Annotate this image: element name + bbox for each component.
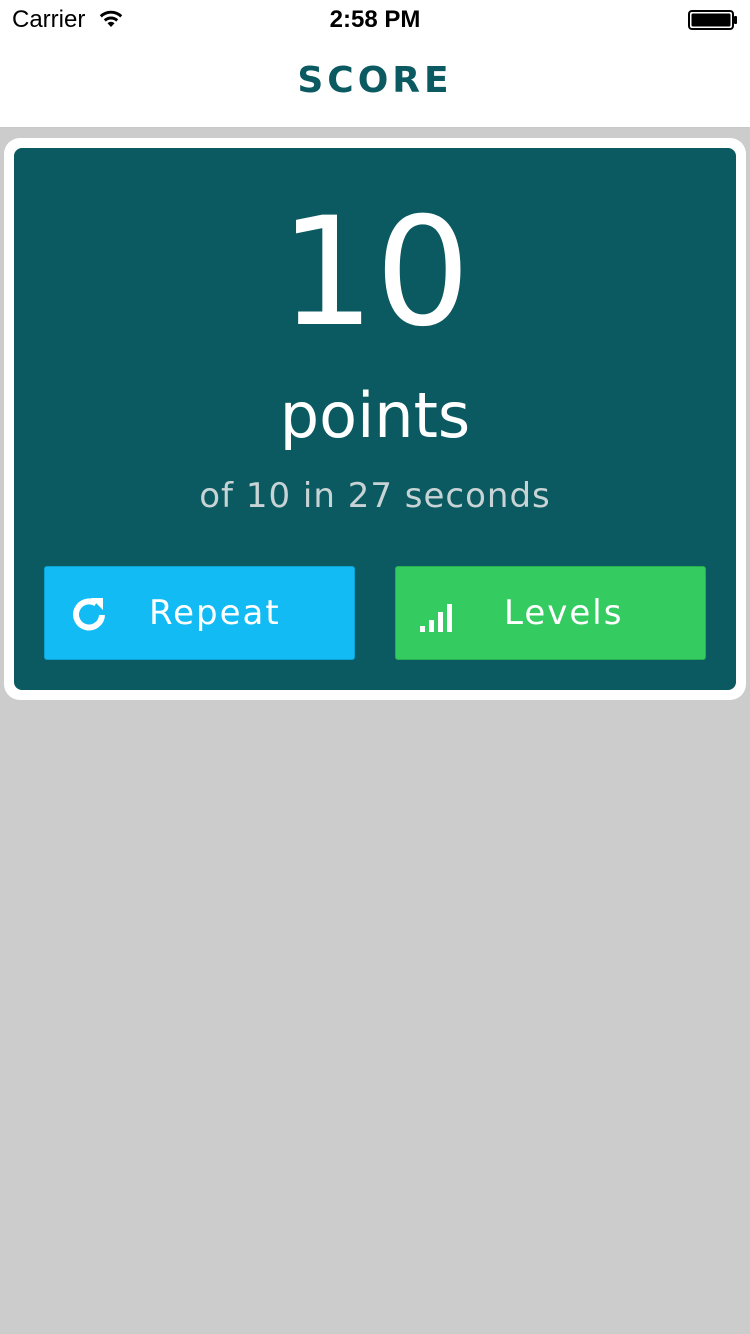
repeat-button[interactable]: Repeat xyxy=(44,566,355,660)
refresh-icon xyxy=(73,598,105,631)
nav-divider xyxy=(0,127,750,128)
levels-button[interactable]: Levels xyxy=(395,566,706,660)
score-card: 10 points of 10 in 27 seconds Repeat Lev… xyxy=(14,148,736,690)
status-bar: Carrier 2:58 PM xyxy=(0,0,750,40)
signal-bars-icon xyxy=(420,604,452,632)
score-value: 10 xyxy=(279,186,471,360)
page-title: SCORE xyxy=(297,60,453,101)
battery-icon xyxy=(688,10,737,30)
score-detail: of 10 in 27 seconds xyxy=(199,476,551,516)
repeat-button-label: Repeat xyxy=(149,593,281,633)
levels-button-label: Levels xyxy=(504,593,624,633)
top-bar: Carrier 2:58 PM SCORE xyxy=(0,0,750,128)
score-unit: points xyxy=(279,379,471,452)
status-time: 2:58 PM xyxy=(329,6,421,33)
